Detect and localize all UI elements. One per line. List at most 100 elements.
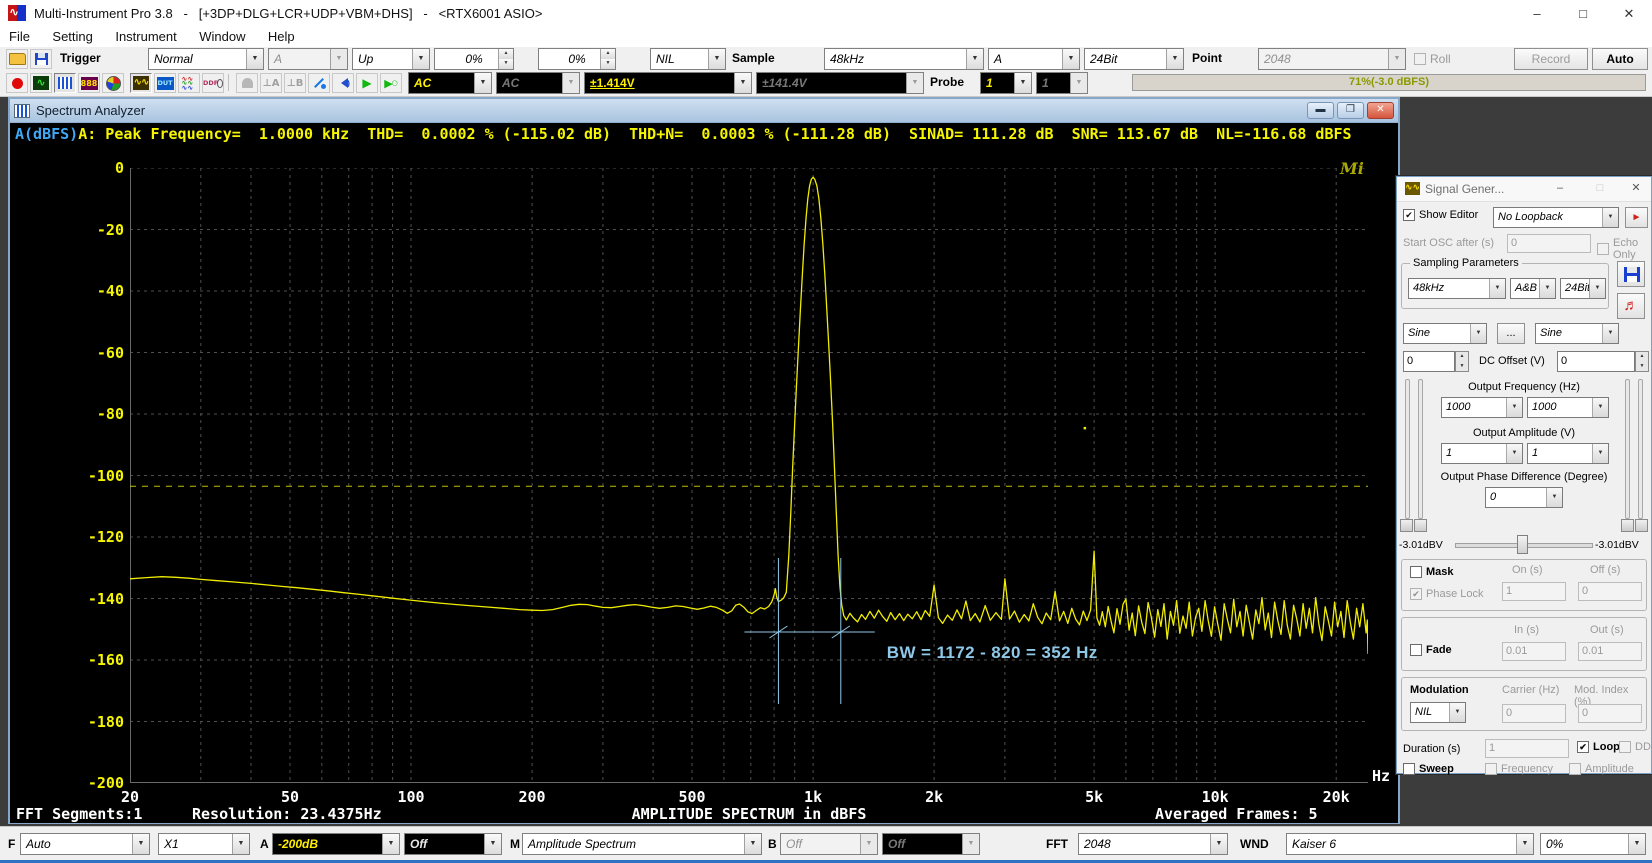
frequency-b-select[interactable]: 1000▼	[1527, 397, 1609, 418]
dc-offset-a-spinner[interactable]: ▲▼	[1455, 351, 1469, 372]
probe-calibration-icon[interactable]	[308, 73, 330, 93]
spectrum-plot-area[interactable]: 0-20-40-60-80-100-120-140-160-180-200205…	[10, 145, 1398, 823]
dut-icon[interactable]: DUT	[154, 73, 176, 93]
trigger-delay-spinner[interactable]: 0%▲▼	[538, 48, 616, 70]
show-editor-checkbox[interactable]: ✔Show Editor	[1403, 209, 1478, 221]
signal-generator-titlebar[interactable]: ∿∿ Signal Gener... – □ ✕	[1397, 177, 1651, 202]
chevron-down-icon: ▼	[1589, 279, 1605, 298]
y-tick-label: -160	[78, 651, 124, 669]
multimeter-icon[interactable]: 888	[78, 73, 100, 93]
more-options-button[interactable]: ...	[1497, 323, 1525, 344]
view-mode-select[interactable]: Amplitude Spectrum▼	[522, 833, 762, 855]
siggen-bits-select[interactable]: 24Bit▼	[1560, 278, 1606, 299]
amp-slider-b-handle[interactable]	[1635, 519, 1648, 532]
sample-rate-select[interactable]: 48kHz▼	[824, 48, 984, 70]
spinner-arrows-icon[interactable]: ▲▼	[600, 49, 615, 69]
derived-data-icon[interactable]: ∿∿∿∿∿∿	[178, 73, 200, 93]
waveform-a-select[interactable]: Sine▼	[1403, 323, 1487, 344]
y-tick-label: -100	[78, 467, 124, 485]
minimize-button[interactable]: –	[1514, 0, 1560, 27]
menu-file[interactable]: File	[0, 27, 39, 46]
siggen-maximize-button: □	[1585, 177, 1615, 200]
siggen-channels-select[interactable]: A&B▼	[1510, 278, 1556, 299]
coupling-a-select[interactable]: AC▼	[408, 72, 492, 94]
a-range-select[interactable]: -200dB▼	[272, 833, 400, 855]
menu-instrument[interactable]: Instrument	[106, 27, 185, 46]
siggen-play-button[interactable]: ►	[1625, 207, 1648, 228]
open-file-icon[interactable]	[6, 49, 28, 69]
overlap-select[interactable]: 0%▼	[1540, 833, 1646, 855]
siggen-close-button[interactable]: ✕	[1621, 177, 1651, 200]
hpf-select[interactable]: NIL▼	[650, 48, 726, 70]
freq-slider-b-handle[interactable]	[1414, 519, 1427, 532]
chevron-down-icon: ▼	[474, 73, 491, 93]
spectrum-restore-button[interactable]: ❐	[1337, 102, 1364, 119]
bw-annotation: BW = 1172 - 820 = 352 Hz	[887, 643, 1098, 663]
bit-depth-select[interactable]: 24Bit▼	[1084, 48, 1184, 70]
modulation-type-select[interactable]: NIL▼	[1410, 702, 1466, 723]
ddp-viewer-icon[interactable]: DDP	[202, 73, 224, 93]
freq-axis-select[interactable]: Auto▼	[20, 833, 150, 855]
balance-slider-thumb[interactable]	[1517, 535, 1528, 554]
amp-slider-a-handle[interactable]	[1621, 519, 1634, 532]
probe-a-select[interactable]: 1▼	[980, 72, 1032, 94]
menu-setting[interactable]: Setting	[43, 27, 101, 46]
amplitude-b-select[interactable]: 1▼	[1527, 443, 1609, 464]
zoom-select[interactable]: X1▼	[158, 833, 250, 855]
fft-size-select[interactable]: 2048▼	[1078, 833, 1228, 855]
save-icon[interactable]	[30, 49, 52, 69]
maximize-button[interactable]: □	[1560, 0, 1606, 27]
dc-offset-a-input[interactable]: 0	[1403, 351, 1455, 372]
amp-slider-b-track[interactable]	[1638, 379, 1643, 519]
fade-checkbox[interactable]: Fade	[1410, 644, 1452, 656]
loopback-select[interactable]: No Loopback▼	[1493, 207, 1619, 228]
siggen-rate-select[interactable]: 48kHz▼	[1408, 278, 1506, 299]
trigger-level-spinner[interactable]: 0%▲▼	[434, 48, 514, 70]
spectrogram-icon[interactable]	[102, 73, 124, 93]
trigger-edge-select[interactable]: Up▼	[352, 48, 430, 70]
freq-slider-a-handle[interactable]	[1400, 519, 1413, 532]
spectrum-minimize-button[interactable]: ▬	[1307, 102, 1334, 119]
a-ref-select[interactable]: Off▼	[404, 833, 502, 855]
save-waveform-button[interactable]	[1617, 261, 1645, 287]
siggen-minimize-button[interactable]: –	[1545, 177, 1575, 200]
amplitude-a-select[interactable]: 1▼	[1441, 443, 1523, 464]
chevron-down-icon: ▼	[1628, 834, 1645, 854]
sample-channel-select[interactable]: A▼	[988, 48, 1080, 70]
chevron-down-icon: ▼	[232, 834, 249, 854]
sound-output-icon[interactable]: )	[332, 73, 354, 93]
trigger-mode-select[interactable]: Normal▼	[148, 48, 264, 70]
loop-checkbox[interactable]: ✔Loop	[1577, 741, 1620, 753]
signal-generator-icon[interactable]: ∿∿	[130, 73, 152, 93]
run-loop-icon[interactable]: ▶○	[380, 73, 402, 93]
waveform-b-select[interactable]: Sine▼	[1535, 323, 1619, 344]
frequency-a-select[interactable]: 1000▼	[1441, 397, 1523, 418]
mi-logo: Mi	[1340, 159, 1364, 178]
sweep-checkbox[interactable]: Sweep	[1403, 763, 1454, 775]
close-button[interactable]: ✕	[1606, 0, 1652, 27]
phase-difference-select[interactable]: 0▼	[1485, 487, 1563, 508]
window-function-select[interactable]: Kaiser 6▼	[1286, 833, 1534, 855]
spectrum-window-titlebar[interactable]: Spectrum Analyzer ▬ ❐ ✕	[10, 99, 1398, 123]
freq-slider-a-track[interactable]	[1405, 379, 1410, 519]
y-tick-label: -20	[78, 221, 124, 239]
spectrum-analyzer-icon[interactable]	[54, 73, 76, 93]
menu-window[interactable]: Window	[190, 27, 254, 46]
mask-checkbox[interactable]: Mask	[1410, 566, 1454, 578]
chevron-down-icon: ▼	[708, 49, 725, 69]
menu-help[interactable]: Help	[259, 27, 304, 46]
oscilloscope-icon[interactable]: ∿	[30, 73, 52, 93]
run-icon[interactable]: ▶	[356, 73, 378, 93]
record-icon[interactable]	[6, 73, 28, 93]
dc-offset-b-input[interactable]: 0	[1557, 351, 1635, 372]
amp-slider-a-track[interactable]	[1625, 379, 1630, 519]
spinner-arrows-icon[interactable]: ▲▼	[498, 49, 513, 69]
auto-button[interactable]: Auto	[1592, 48, 1648, 70]
dc-offset-b-spinner[interactable]: ▲▼	[1635, 351, 1649, 372]
chevron-down-icon: ▼	[1014, 73, 1031, 93]
modulation-group: Modulation Carrier (Hz) Mod. Index (%) N…	[1401, 677, 1647, 731]
range-a-select[interactable]: ±1.414V▼	[584, 72, 752, 94]
music-note-button[interactable]: ♬	[1617, 293, 1645, 319]
spectrum-close-button[interactable]: ✕	[1367, 102, 1394, 119]
freq-slider-b-track[interactable]	[1418, 379, 1423, 519]
